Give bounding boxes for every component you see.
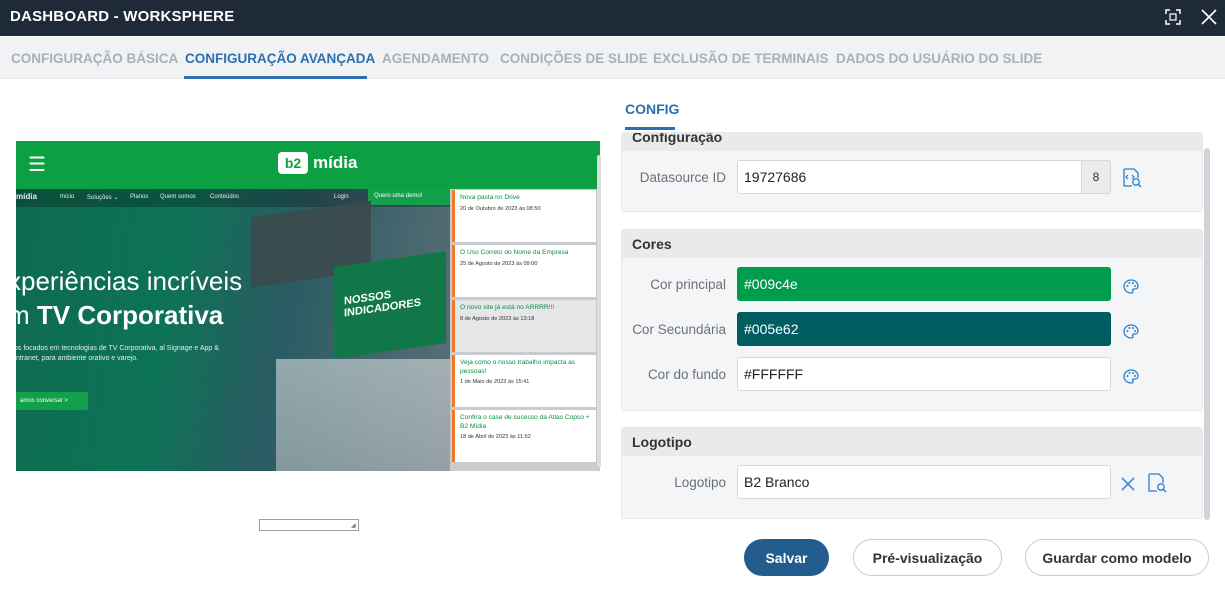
- tab-exclusao-de-terminais[interactable]: EXCLUSÃO DE TERMINAIS: [653, 51, 829, 66]
- datasource-id-input[interactable]: [737, 160, 1083, 194]
- tv-screen-indicators: NOSSOS INDICADORES: [334, 251, 446, 359]
- save-as-template-button[interactable]: Guardar como modelo: [1025, 539, 1209, 576]
- datasource-label: Datasource ID: [639, 170, 726, 185]
- window-title: DASHBOARD - WORKSPHERE: [10, 8, 235, 25]
- maximize-icon[interactable]: [1162, 6, 1184, 28]
- feed-item-title: O novo site já está no ARRRR!!!: [460, 304, 555, 311]
- tab-configuracao-basica[interactable]: CONFIGURAÇÃO BÁSICA: [11, 51, 178, 66]
- datasource-count-badge: 8: [1081, 160, 1111, 194]
- save-button[interactable]: Salvar: [744, 539, 829, 576]
- feed-item-date: 8 de Agosto de 2023 às 13:18: [460, 315, 535, 322]
- clear-icon[interactable]: [1116, 472, 1140, 496]
- file-search-icon[interactable]: [1145, 471, 1169, 495]
- tab-configuracao-avancada[interactable]: CONFIGURAÇÃO AVANÇADA: [185, 51, 375, 66]
- tab-dados-do-usuario[interactable]: DADOS DO USUÁRIO DO SLIDE: [836, 51, 1042, 66]
- tab-agendamento[interactable]: AGENDAMENTO: [382, 51, 489, 66]
- resize-grip-icon[interactable]: ◢: [351, 523, 357, 529]
- site-cta-button: amos conversar >: [16, 392, 88, 410]
- feed-item-date: 20 de Outubro de 2023 às 08:50: [460, 205, 541, 212]
- slide-preview: ☰ b2 mídia mídia Início Soluções ⌄ Plano…: [16, 141, 600, 471]
- feed-item-date: 18 de Abril de 2023 às 11:52: [460, 434, 531, 440]
- site-nav-item: Início: [60, 194, 75, 200]
- palette-icon[interactable]: [1119, 275, 1143, 299]
- cor-principal-label: Cor principal: [650, 277, 726, 292]
- logo-mark: b2: [278, 152, 308, 174]
- feed-item-title: O Uso Correto do Nome da Empresa: [460, 249, 569, 256]
- tab-condicoes-de-slide[interactable]: CONDIÇÕES DE SLIDE: [500, 51, 648, 66]
- site-description: os focados em tecnologias de TV Corporat…: [16, 345, 219, 362]
- section-title: Logotipo: [622, 428, 1202, 456]
- datasource-search-icon[interactable]: [1120, 166, 1144, 190]
- section-configuracao: Configuração Datasource ID 8: [621, 132, 1203, 212]
- site-nav-item: Soluções ⌄: [87, 195, 119, 201]
- section-title: Cores: [622, 230, 1202, 258]
- feed-item: Veja como o nosso trabalho impacta as pe…: [452, 355, 596, 407]
- screen-text: NOSSOS INDICADORES: [344, 288, 422, 320]
- site-nav-item: Quem somos: [160, 194, 196, 200]
- preview-header: ☰ b2 mídia: [16, 141, 600, 189]
- tab-bar: CONFIGURAÇÃO BÁSICA CONFIGURAÇÃO AVANÇAD…: [0, 37, 1225, 79]
- site-nav-item: Conteúdos: [210, 194, 240, 200]
- preview-button[interactable]: Pré-visualização: [853, 539, 1002, 576]
- headline-line-1: xperiências incríveis: [16, 266, 243, 296]
- section-logotipo: Logotipo Logotipo: [621, 427, 1203, 519]
- window-titlebar: DASHBOARD - WORKSPHERE: [0, 0, 1225, 36]
- preview-website: mídia Início Soluções ⌄ Planos Quem somo…: [16, 189, 450, 471]
- logotipo-label: Logotipo: [674, 475, 726, 490]
- cor-fundo-label: Cor do fundo: [647, 367, 726, 382]
- feed-item-title: Veja como o nosso trabalho impacta as pe…: [460, 359, 576, 375]
- palette-icon[interactable]: [1119, 320, 1143, 344]
- news-feed: Nova pasta no Drive 20 de Outubro de 202…: [450, 189, 600, 471]
- cor-secundaria-label: Cor Secundária: [632, 322, 726, 337]
- palette-icon[interactable]: [1119, 365, 1143, 389]
- close-icon[interactable]: [1198, 6, 1220, 28]
- logo-text: mídia: [313, 153, 358, 172]
- logotipo-input[interactable]: [737, 465, 1111, 499]
- feed-item: Confira o case de sucesso da Atlas Copco…: [452, 410, 596, 462]
- tab-config[interactable]: CONFIG: [625, 101, 679, 117]
- headline-line-2: m TV Corporativa: [16, 298, 242, 332]
- cor-principal-input[interactable]: [737, 267, 1111, 301]
- cor-secundaria-input[interactable]: [737, 312, 1111, 346]
- hamburger-menu-icon: ☰: [28, 154, 46, 176]
- feed-item-date: 1 de Maio de 2023 às 15:41: [460, 379, 530, 385]
- site-brand: mídia: [16, 192, 37, 201]
- active-tab-indicator: [184, 76, 367, 79]
- headline-prefix: m: [16, 300, 30, 330]
- site-headline: xperiências incríveis m TV Corporativa: [16, 264, 242, 332]
- ceiling-image: [276, 359, 450, 471]
- preview-logo: b2 mídia: [278, 152, 357, 174]
- section-title: Configuração: [622, 133, 1202, 151]
- cor-fundo-input[interactable]: [737, 357, 1111, 391]
- site-login: Login: [334, 194, 349, 200]
- feed-item-title: Nova pasta no Drive: [460, 194, 520, 201]
- headline-bold: TV Corporativa: [36, 300, 224, 330]
- preview-size-select[interactable]: ◢: [259, 519, 359, 531]
- preview-site-nav: mídia Início Soluções ⌄ Planos Quem somo…: [16, 189, 450, 207]
- feed-item-date: 25 de Agosto de 2023 às 09:00: [460, 260, 538, 267]
- feed-item: O novo site já está no ARRRR!!! 8 de Ago…: [452, 300, 596, 352]
- config-scrollbar[interactable]: [1204, 148, 1210, 520]
- section-cores: Cores Cor principal Cor Secundária Cor d…: [621, 229, 1203, 411]
- config-tab-indicator: [625, 127, 675, 130]
- preview-scrollbar[interactable]: [597, 155, 601, 467]
- feed-item: O Uso Correto do Nome da Empresa 25 de A…: [452, 245, 596, 297]
- site-demo-button: Quero uma demo!: [368, 189, 450, 205]
- site-nav-item: Planos: [130, 194, 149, 200]
- feed-item: Nova pasta no Drive 20 de Outubro de 202…: [452, 190, 596, 242]
- feed-item-title: Confira o case de sucesso da Atlas Copco…: [460, 414, 590, 430]
